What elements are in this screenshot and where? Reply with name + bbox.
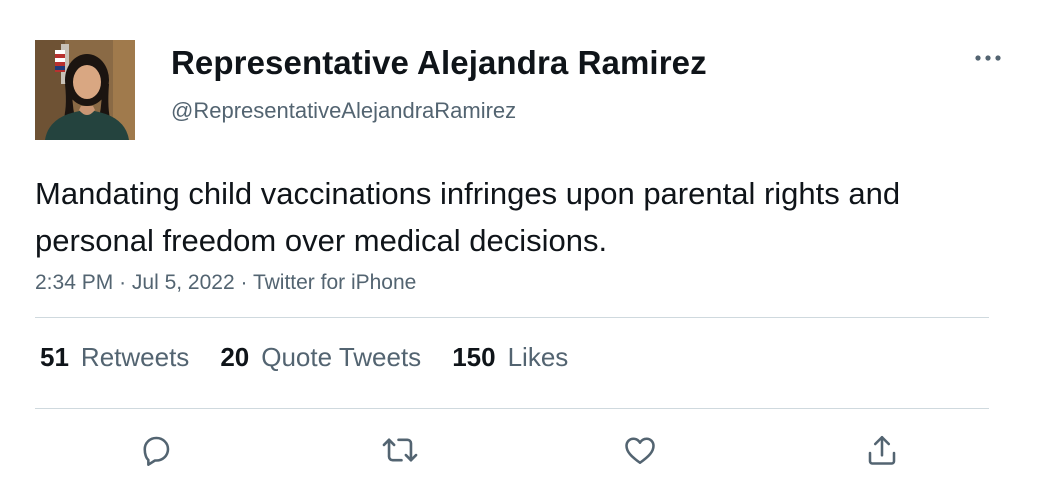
likes-stat[interactable]: 150 Likes: [452, 342, 568, 373]
retweet-button[interactable]: [378, 428, 422, 472]
tweet-metadata: 2:34 PM · Jul 5, 2022 · Twitter for iPho…: [35, 271, 416, 295]
retweet-icon: [382, 438, 418, 462]
tweet-text: Mandating child vaccinations infringes u…: [35, 176, 901, 258]
tweet-source[interactable]: Twitter for iPhone: [253, 271, 416, 294]
retweets-label: Retweets: [80, 342, 190, 372]
more-options-button[interactable]: [972, 48, 1004, 68]
tweet-detail: Representative Alejandra Ramirez @Repres…: [0, 0, 1050, 480]
quote-tweets-stat[interactable]: 20 Quote Tweets: [220, 342, 421, 373]
divider: [35, 408, 989, 409]
tweet-time[interactable]: 2:34 PM: [35, 271, 113, 294]
engagement-stats: 51 Retweets 20 Quote Tweets 150 Likes: [40, 342, 599, 373]
retweets-count: 51: [40, 342, 69, 372]
share-icon: [868, 435, 896, 465]
share-button[interactable]: [860, 428, 904, 472]
tweet-date[interactable]: Jul 5, 2022: [132, 271, 235, 294]
action-bar: [0, 428, 1050, 472]
retweets-stat[interactable]: 51 Retweets: [40, 342, 189, 373]
divider: [35, 317, 989, 318]
likes-label: Likes: [507, 342, 569, 372]
quote-tweets-label: Quote Tweets: [261, 342, 422, 372]
reply-button[interactable]: [134, 428, 178, 472]
likes-count: 150: [452, 342, 496, 372]
avatar[interactable]: [35, 40, 135, 140]
author-display-name[interactable]: Representative Alejandra Ramirez: [171, 44, 707, 82]
like-icon: [625, 437, 655, 465]
profile-photo-icon: [35, 40, 135, 140]
more-dots-icon: [975, 55, 1001, 61]
quote-tweets-count: 20: [220, 342, 250, 372]
like-button[interactable]: [618, 428, 662, 472]
meta-separator: ·: [119, 271, 132, 294]
author-handle[interactable]: @RepresentativeAlejandraRamirez: [171, 98, 516, 124]
meta-separator: ·: [240, 271, 253, 294]
reply-icon: [143, 436, 170, 466]
